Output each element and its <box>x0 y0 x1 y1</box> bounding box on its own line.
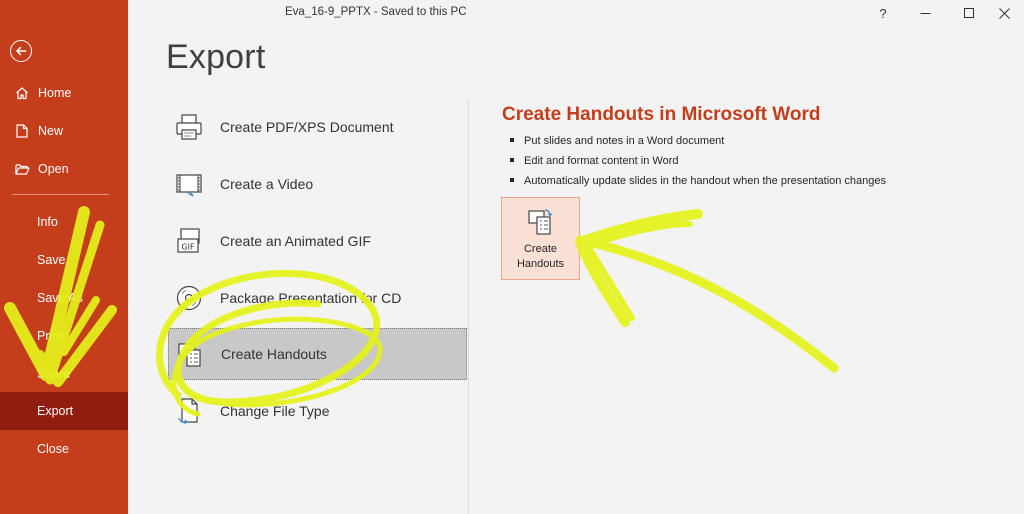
sidebar-item-label: Info <box>37 215 58 229</box>
create-handouts-icon <box>526 207 556 237</box>
home-icon <box>14 85 30 101</box>
export-option-label: Create an Animated GIF <box>220 233 371 249</box>
sidebar-item-home[interactable]: Home <box>0 74 128 112</box>
minimize-icon <box>920 12 930 14</box>
maximize-button[interactable] <box>949 0 989 26</box>
gif-icon: GIF <box>172 224 206 258</box>
export-option-label: Create Handouts <box>221 346 327 362</box>
export-option-label: Package Presentation for CD <box>220 290 402 306</box>
sidebar-item-label: Open <box>38 162 69 176</box>
svg-text:GIF: GIF <box>181 243 195 252</box>
list-item: Automatically update slides in the hando… <box>510 171 886 191</box>
detail-title: Create Handouts in Microsoft Word <box>502 104 821 125</box>
export-option-handouts[interactable]: Create Handouts <box>168 328 467 380</box>
export-option-label: Create a Video <box>220 176 314 192</box>
sidebar-item-label: Home <box>38 86 72 100</box>
new-document-icon <box>14 123 30 139</box>
sidebar-item-info[interactable]: Info <box>0 203 128 241</box>
export-option-change-file-type[interactable]: Change File Type <box>168 385 467 437</box>
pane-divider <box>468 100 469 514</box>
sidebar-item-label: Close <box>37 442 69 456</box>
page-title: Export <box>166 38 266 76</box>
export-option-label: Create PDF/XPS Document <box>220 119 394 135</box>
pdf-xps-icon <box>172 110 206 144</box>
sidebar-item-close[interactable]: Close <box>0 430 128 468</box>
sidebar-item-label: Save <box>37 253 66 267</box>
sidebar-item-save-as[interactable]: Save As <box>0 279 128 317</box>
sidebar-item-open[interactable]: Open <box>0 150 128 188</box>
sidebar-item-share[interactable]: Share <box>0 355 128 393</box>
create-handouts-button[interactable]: Create Handouts <box>501 197 580 280</box>
export-option-label: Change File Type <box>220 403 330 419</box>
sidebar-item-save[interactable]: Save <box>0 241 128 279</box>
handouts-icon <box>173 337 207 371</box>
document-title: Eva_16-9_PPTX - Saved to this PC <box>285 6 467 18</box>
create-handouts-label: Create Handouts <box>517 242 564 272</box>
export-option-video[interactable]: Create a Video <box>168 158 467 210</box>
minimize-button[interactable] <box>905 0 945 26</box>
export-option-pdf-xps[interactable]: Create PDF/XPS Document <box>168 101 467 153</box>
create-handouts-label-line-1: Create <box>523 243 558 255</box>
list-item: Edit and format content in Word <box>510 151 886 171</box>
close-window-button[interactable] <box>984 0 1024 26</box>
open-folder-icon <box>14 161 30 177</box>
sidebar-item-label: Print <box>37 329 63 343</box>
sidebar-item-label: Share <box>37 367 71 381</box>
sidebar-item-print[interactable]: Print <box>0 317 128 355</box>
export-option-gif[interactable]: GIF Create an Animated GIF <box>168 215 467 267</box>
file-type-icon <box>172 394 206 428</box>
sidebar-divider <box>12 194 109 195</box>
backstage-sidebar: Home New Open Info Save Save As Print Sh… <box>0 0 128 514</box>
sidebar-item-new[interactable]: New <box>0 112 128 150</box>
help-button[interactable]: ? <box>863 0 903 26</box>
cd-icon <box>172 281 206 315</box>
back-button[interactable] <box>10 40 32 62</box>
title-bar: Eva_16-9_PPTX - Saved to this PC ? <box>128 0 1024 28</box>
export-option-package-cd[interactable]: Package Presentation for CD <box>168 272 467 324</box>
sidebar-item-label: Save As <box>37 291 83 305</box>
sidebar-item-label: New <box>38 124 64 138</box>
close-icon <box>998 7 1010 19</box>
back-arrow-icon <box>16 46 27 56</box>
maximize-icon <box>964 8 974 18</box>
video-icon <box>172 167 206 201</box>
create-handouts-label-line-2: Handouts <box>516 258 565 270</box>
list-item: Put slides and notes in a Word document <box>510 131 886 151</box>
detail-bullets: Put slides and notes in a Word document … <box>510 131 886 191</box>
sidebar-item-export[interactable]: Export <box>0 392 128 430</box>
sidebar-item-label: Export <box>37 404 74 418</box>
